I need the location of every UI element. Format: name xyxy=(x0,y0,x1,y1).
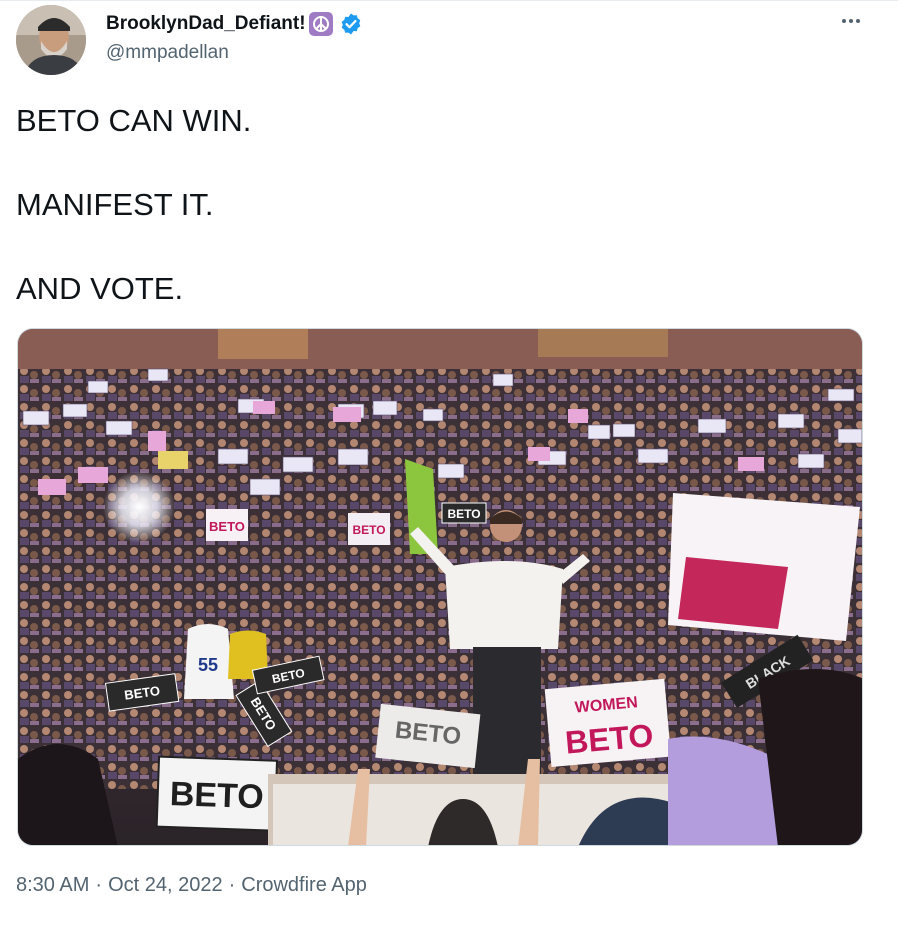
tweet-date[interactable]: Oct 24, 2022 xyxy=(108,874,223,897)
sign-text: BETO xyxy=(352,523,385,537)
top-divider xyxy=(0,0,898,1)
separator-dot: · xyxy=(228,874,236,896)
tweet-time[interactable]: 8:30 AM xyxy=(16,874,89,897)
sign-text: BETO xyxy=(564,717,655,761)
sign-text: BETO xyxy=(169,775,264,816)
peace-icon xyxy=(308,12,333,36)
tweet-source[interactable]: Crowdfire App xyxy=(241,874,367,897)
tweet-media-photo[interactable]: BETO BETO BETO 55 BETO BETO BETO BETO WO… xyxy=(17,328,863,846)
tweet-line: AND VOTE. xyxy=(16,271,184,306)
tweet-line: MANIFEST IT. xyxy=(16,187,214,222)
tweet-line: BETO CAN WIN. xyxy=(16,103,252,138)
author-handle[interactable]: @mmpadellan xyxy=(106,42,229,64)
more-horizontal-icon[interactable] xyxy=(836,6,866,36)
separator-dot: · xyxy=(95,874,103,896)
tweet-meta: 8:30 AM · Oct 24, 2022 · Crowdfire App xyxy=(16,874,367,897)
author-avatar[interactable] xyxy=(16,5,86,75)
sign-text: BETO xyxy=(209,519,245,534)
verified-badge-icon[interactable] xyxy=(339,12,363,36)
author-display-name[interactable]: BrooklynDad_Defiant! xyxy=(106,13,306,35)
tweet-text: BETO CAN WIN. MANIFEST IT. AND VOTE. xyxy=(16,100,876,352)
jersey-number: 55 xyxy=(198,655,218,675)
sign-text: BETO xyxy=(447,507,480,521)
